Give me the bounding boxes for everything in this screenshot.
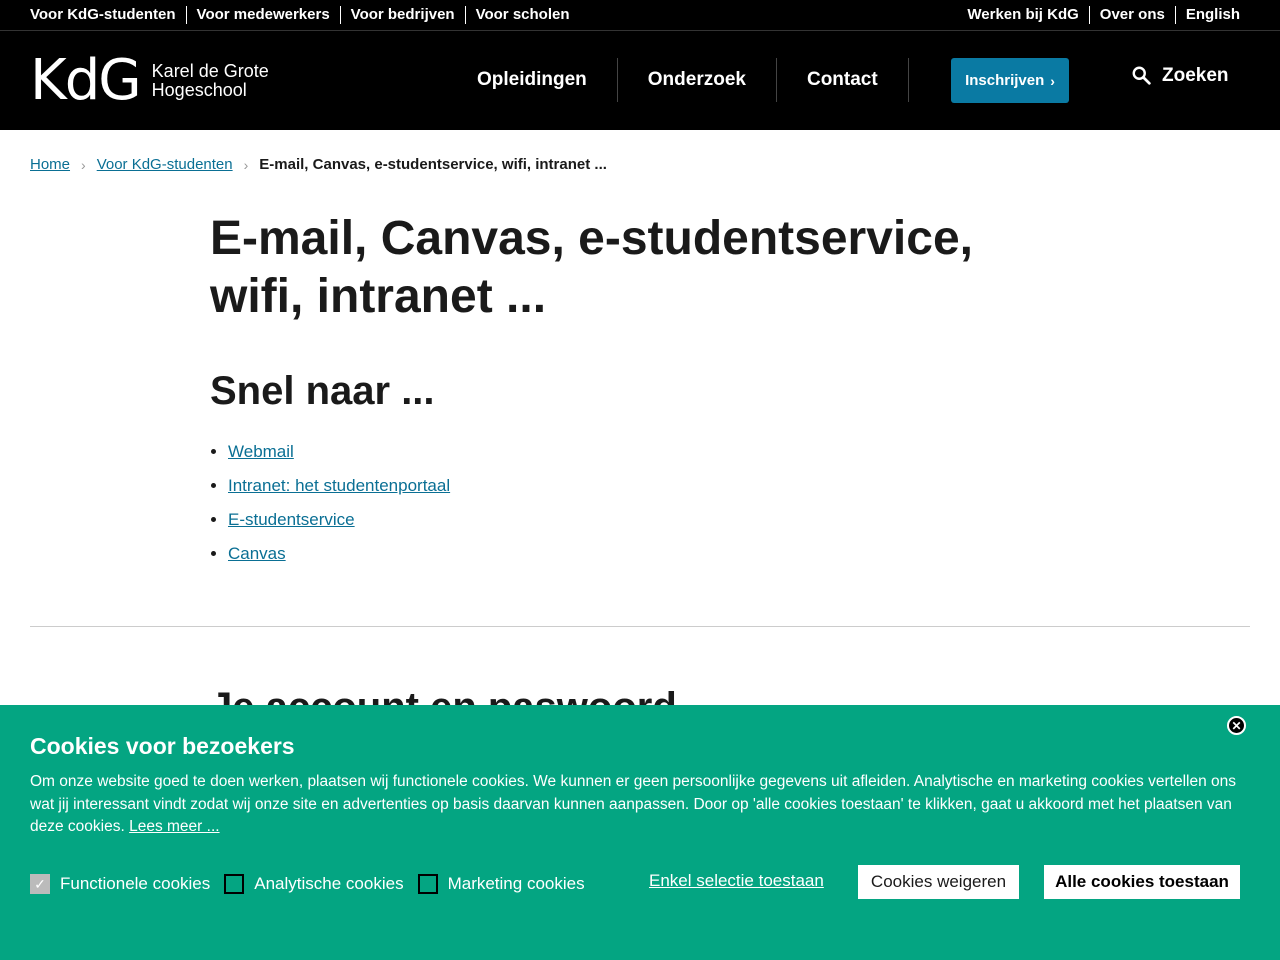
topbar-link-over-ons[interactable]: Over ons xyxy=(1088,6,1175,24)
cookie-more-link[interactable]: Lees meer ... xyxy=(129,818,219,835)
page-title: E-mail, Canvas, e-studentservice, wifi, … xyxy=(210,212,973,323)
logo-mark: KdG xyxy=(30,48,142,113)
close-icon[interactable]: ✕ xyxy=(1227,716,1246,735)
cookie-banner: ✕ Cookies voor bezoekers Om onze website… xyxy=(0,705,1280,960)
kdg-logo[interactable]: KdG Karel de Grote Hogeschool xyxy=(30,53,269,109)
topbar-link-english[interactable]: English xyxy=(1174,6,1240,24)
checkbox-icon[interactable] xyxy=(224,874,245,894)
cookie-title: Cookies voor bezoekers xyxy=(30,733,295,759)
search-button[interactable]: Zoeken xyxy=(1131,65,1229,87)
list-item: Canvas xyxy=(228,544,1070,564)
link-canvas[interactable]: Canvas xyxy=(228,544,286,563)
utility-bar: Voor KdG-studenten Voor medewerkers Voor… xyxy=(0,0,1280,31)
topbar-link-medewerkers[interactable]: Voor medewerkers xyxy=(185,6,340,24)
list-item: Webmail xyxy=(228,442,1070,462)
breadcrumb-home[interactable]: Home xyxy=(30,156,70,173)
accept-all-cookies-button[interactable]: Alle cookies toestaan xyxy=(1044,865,1240,899)
logo-line-1: Karel de Grote xyxy=(151,61,269,81)
chevron-right-icon: › xyxy=(81,156,86,173)
nav-onderzoek[interactable]: Onderzoek xyxy=(618,58,777,102)
refuse-cookies-button[interactable]: Cookies weigeren xyxy=(858,865,1019,899)
option-label: Analytische cookies xyxy=(254,874,404,893)
checkbox-checked-icon[interactable]: ✓ xyxy=(30,874,50,894)
breadcrumb-current: E-mail, Canvas, e-studentservice, wifi, … xyxy=(259,156,607,173)
allow-selection-link[interactable]: Enkel selectie toestaan xyxy=(649,871,824,891)
inschrijven-label: Inschrijven xyxy=(965,72,1045,89)
option-functional[interactable]: ✓ Functionele cookies xyxy=(30,874,210,894)
list-item: Intranet: het studentenportaal xyxy=(228,476,1070,496)
link-intranet[interactable]: Intranet: het studentenportaal xyxy=(228,476,450,495)
quick-links-heading: Snel naar ... xyxy=(210,369,435,413)
topbar-link-scholen[interactable]: Voor scholen xyxy=(464,6,580,24)
site-header: KdG Karel de Grote Hogeschool Opleidinge… xyxy=(0,31,1280,130)
option-label: Functionele cookies xyxy=(60,874,211,893)
secondary-nav: Werken bij KdG Over ons English xyxy=(967,0,1240,30)
cookie-options: ✓ Functionele cookies Analytische cookie… xyxy=(30,874,599,894)
topbar-link-bedrijven[interactable]: Voor bedrijven xyxy=(339,6,465,24)
chevron-right-icon: › xyxy=(243,156,249,173)
topbar-link-studenten[interactable]: Voor KdG-studenten xyxy=(30,6,186,24)
option-analytics[interactable]: Analytische cookies xyxy=(224,874,404,894)
inschrijven-button[interactable]: Inschrijven › xyxy=(951,58,1069,103)
list-item: E-studentservice xyxy=(228,510,1070,530)
logo-line-2: Hogeschool xyxy=(151,80,247,100)
breadcrumb: Home › Voor KdG-studenten › E-mail, Canv… xyxy=(30,156,607,173)
main-content: E-mail, Canvas, e-studentservice, wifi, … xyxy=(210,210,1070,578)
checkbox-icon[interactable] xyxy=(417,874,438,894)
main-nav: Opleidingen Onderzoek Contact xyxy=(447,58,909,102)
audience-nav: Voor KdG-studenten Voor medewerkers Voor… xyxy=(30,0,580,30)
link-e-studentservice[interactable]: E-studentservice xyxy=(228,510,355,529)
logo-text: Karel de Grote Hogeschool xyxy=(152,62,269,100)
link-webmail[interactable]: Webmail xyxy=(228,442,294,461)
cookie-text: Om onze website goed te doen werken, pla… xyxy=(30,771,1240,839)
chevron-right-icon: › xyxy=(1050,72,1055,89)
topbar-link-werken[interactable]: Werken bij KdG xyxy=(967,6,1088,24)
breadcrumb-parent[interactable]: Voor KdG-studenten xyxy=(97,156,233,173)
nav-contact[interactable]: Contact xyxy=(777,58,909,102)
quick-links-list: Webmail Intranet: het studentenportaal E… xyxy=(228,442,1070,564)
option-label: Marketing cookies xyxy=(447,874,585,893)
nav-opleidingen[interactable]: Opleidingen xyxy=(447,58,618,102)
option-marketing[interactable]: Marketing cookies xyxy=(417,874,585,894)
search-label: Zoeken xyxy=(1162,65,1229,86)
section-divider xyxy=(30,626,1250,627)
search-icon xyxy=(1132,66,1151,85)
